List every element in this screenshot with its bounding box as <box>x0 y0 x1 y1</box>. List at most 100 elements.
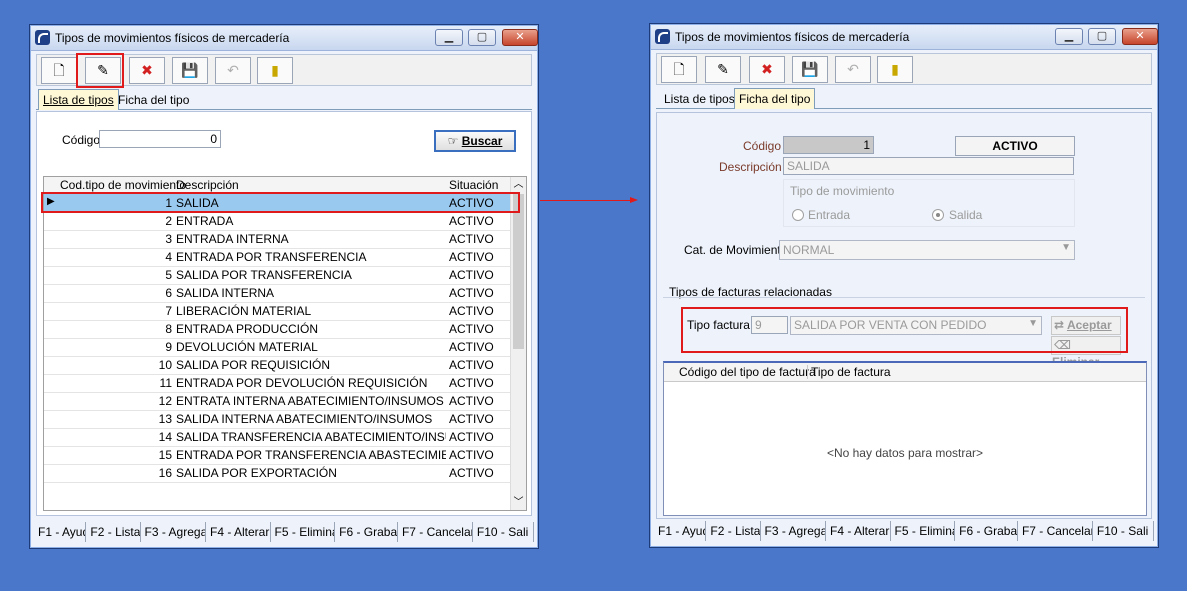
cell-codigo: 10 <box>158 358 172 372</box>
radio-entrada-label: Entrada <box>808 208 851 222</box>
vertical-scrollbar[interactable]: ︿ ﹀ <box>510 177 526 510</box>
app-icon <box>35 30 50 45</box>
header-situacion[interactable]: Situación <box>449 178 498 192</box>
save-icon[interactable]: 💾 <box>792 56 828 83</box>
status-key-2[interactable]: F3 - Agrega <box>141 522 206 542</box>
tab-lista-tipos[interactable]: Lista de tipos <box>38 89 119 110</box>
undo-icon[interactable]: ↶ <box>215 57 251 84</box>
header-tipo-factura[interactable]: Tipo de factura <box>807 365 891 379</box>
maximize-button[interactable]: ▢ <box>1088 28 1116 45</box>
table-row[interactable]: 8 ENTRADA PRODUCCIÓN ACTIVO <box>44 320 510 339</box>
header-codigo-tipo-factura[interactable]: Código del tipo de factura <box>679 365 816 379</box>
tab-lista-tipos[interactable]: Lista de tipos <box>660 91 739 107</box>
minimize-button[interactable]: ▁ <box>435 29 463 46</box>
cat-movimiento-value: NORMAL <box>783 243 835 257</box>
save-icon[interactable]: 💾 <box>172 57 208 84</box>
window-tipos-lista: Tipos de movimientos físicos de mercader… <box>29 24 539 549</box>
maximize-button[interactable]: ▢ <box>468 29 496 46</box>
window-title: Tipos de movimientos físicos de mercader… <box>675 30 910 44</box>
table-row[interactable]: 10 SALIDA POR REQUISICIÓN ACTIVO <box>44 356 510 375</box>
cell-situacion: ACTIVO <box>449 430 494 444</box>
delete-icon[interactable]: ✖ <box>129 57 165 84</box>
exit-icon[interactable]: ▮ <box>257 57 293 84</box>
status-key-2[interactable]: F3 - Agrega <box>761 521 826 541</box>
descripcion-input[interactable] <box>783 157 1074 175</box>
table-row[interactable]: 11 ENTRADA POR DEVOLUCIÓN REQUISICIÓN ACTI… <box>44 374 510 393</box>
new-document-icon[interactable]: 🗋 <box>41 57 77 84</box>
table-row[interactable]: 7 LIBERACIÓN MATERIAL ACTIVO <box>44 302 510 321</box>
window-title: Tipos de movimientos físicos de mercader… <box>55 31 290 45</box>
table-row[interactable]: 5 SALIDA POR TRANSFERENCIA ACTIVO <box>44 266 510 285</box>
status-key-1[interactable]: F2 - Lista <box>706 521 761 541</box>
table-row[interactable]: 4 ENTRADA POR TRANSFERENCIA ACTIVO <box>44 248 510 267</box>
highlight-edit-button <box>76 53 124 88</box>
buscar-button[interactable]: ☞ Buscar <box>434 130 516 152</box>
delete-icon[interactable]: ✖ <box>749 56 785 83</box>
status-key-4[interactable]: F5 - Elimina <box>271 522 336 542</box>
codigo-input[interactable] <box>783 136 874 154</box>
cell-codigo: 8 <box>165 322 172 336</box>
exit-icon[interactable]: ▮ <box>877 56 913 83</box>
toolbar: 🗋 ✎ ✖ 💾 ↶ ▮ <box>656 53 1152 85</box>
close-button[interactable]: ✕ <box>1122 28 1158 45</box>
cell-descripcion: SALIDA POR REQUISICIÓN <box>176 358 331 372</box>
cell-codigo: 5 <box>165 268 172 282</box>
status-key-7[interactable]: F10 - Sali <box>1093 521 1155 541</box>
scroll-thumb[interactable] <box>513 194 524 349</box>
cell-codigo: 14 <box>158 430 172 444</box>
radio-entrada[interactable] <box>792 209 804 221</box>
table-row[interactable]: 3 ENTRADA INTERNA ACTIVO <box>44 230 510 249</box>
new-document-icon[interactable]: 🗋 <box>661 56 697 83</box>
table-row[interactable]: 13 SALIDA INTERNA ABATECIMIENTO/INSUMOS AC… <box>44 410 510 429</box>
cell-descripcion: DEVOLUCIÓN MATERIAL <box>176 340 318 354</box>
status-key-1[interactable]: F2 - Lista <box>86 522 141 542</box>
status-key-3[interactable]: F4 - Alterar <box>206 522 271 542</box>
title-bar[interactable]: Tipos de movimientos físicos de mercader… <box>31 26 538 51</box>
cell-situacion: ACTIVO <box>449 412 494 426</box>
cell-codigo: 11 <box>159 376 172 390</box>
status-key-6[interactable]: F7 - Cancelar <box>1018 521 1093 541</box>
descripcion-label: Descripción <box>719 160 782 174</box>
tab-ficha-tipo[interactable]: Ficha del tipo <box>114 92 193 108</box>
minimize-button[interactable]: ▁ <box>1055 28 1083 45</box>
tipo-movimiento-label: Tipo de movimiento <box>790 184 895 198</box>
edit-document-icon[interactable]: ✎ <box>705 56 741 83</box>
close-button[interactable]: ✕ <box>502 29 538 46</box>
cat-movimiento-select[interactable]: NORMAL ▼ <box>779 240 1075 260</box>
codigo-label: Código <box>62 133 101 147</box>
grid-header: Código del tipo de factura Tipo de factu… <box>664 363 1146 382</box>
table-row[interactable]: 14 SALIDA TRANSFERENCIA ABATECIMIENTO/INS… <box>44 428 510 447</box>
status-key-4[interactable]: F5 - Elimina <box>891 521 956 541</box>
cell-descripcion: ENTRATA INTERNA ABATECIMIENTO/INSUMOS <box>176 394 444 408</box>
cell-descripcion: ENTRADA PRODUCCIÓN <box>176 322 319 336</box>
undo-icon[interactable]: ↶ <box>835 56 871 83</box>
connector-arrow <box>540 200 632 201</box>
status-key-3[interactable]: F4 - Alterar <box>826 521 891 541</box>
status-key-5[interactable]: F6 - Grabar <box>335 522 398 542</box>
table-row[interactable]: 16 SALIDA POR EXPORTACIÓN ACTIVO <box>44 464 510 483</box>
status-key-0[interactable]: F1 - Ayud <box>654 521 707 541</box>
table-row[interactable]: 2 ENTRADA ACTIVO <box>44 212 510 231</box>
codigo-input[interactable] <box>99 130 221 148</box>
tab-ficha-tipo[interactable]: Ficha del tipo <box>734 88 816 109</box>
title-bar[interactable]: Tipos de movimientos físicos de mercader… <box>651 25 1158 50</box>
tab-strip: Lista de tipos Ficha del tipo <box>36 89 532 110</box>
cell-situacion: ACTIVO <box>449 322 494 336</box>
chevron-down-icon: ▼ <box>1061 242 1071 253</box>
scroll-up-icon[interactable]: ︿ <box>511 177 526 192</box>
scroll-down-icon[interactable]: ﹀ <box>511 495 526 510</box>
radio-salida[interactable] <box>932 209 944 221</box>
cell-codigo: 13 <box>158 412 172 426</box>
status-key-7[interactable]: F10 - Sali <box>473 522 535 542</box>
table-row[interactable]: 15 ENTRADA POR TRANSFERENCIA ABASTECIMIEN… <box>44 446 510 465</box>
table-row[interactable]: 6 SALIDA INTERNA ACTIVO <box>44 284 510 303</box>
table-row[interactable]: 9 DEVOLUCIÓN MATERIAL ACTIVO <box>44 338 510 357</box>
header-codigo[interactable]: Cod.tipo de movimiento <box>60 178 186 192</box>
status-key-5[interactable]: F6 - Grabar <box>955 521 1018 541</box>
status-key-0[interactable]: F1 - Ayud <box>34 522 87 542</box>
table-row[interactable]: 12 ENTRATA INTERNA ABATECIMIENTO/INSUMOS A… <box>44 392 510 411</box>
header-descripcion[interactable]: Descripción <box>176 178 239 192</box>
cell-situacion: ACTIVO <box>449 304 494 318</box>
cell-descripcion: ENTRADA <box>176 214 234 228</box>
status-key-6[interactable]: F7 - Cancelar <box>398 522 473 542</box>
